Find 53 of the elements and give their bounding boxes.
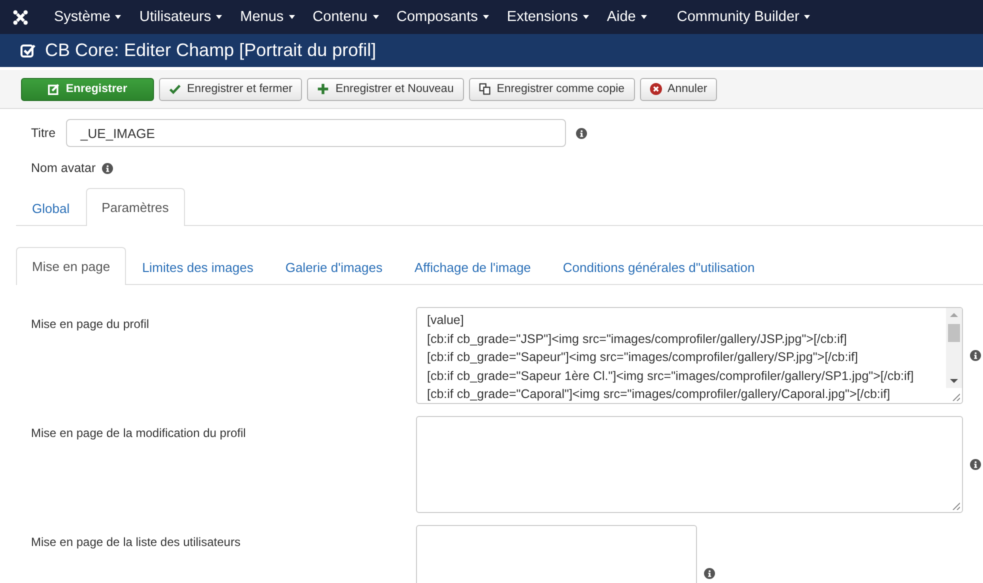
- caret-icon: [216, 15, 222, 19]
- caret-icon: [288, 15, 295, 19]
- menu-item[interactable]: Menus: [231, 9, 304, 25]
- code-line: [cb:if cb_grade="Sapeur"]<img src="images/comprofiler/gallery/SP.jpg">[/cb:if]: [427, 349, 858, 366]
- resize-grip-icon[interactable]: [952, 393, 960, 401]
- copy-icon: [478, 83, 491, 95]
- resize-grip-icon[interactable]: [952, 502, 960, 510]
- cancel-icon: [650, 83, 662, 95]
- text-area[interactable]: [416, 307, 963, 404]
- tab[interactable]: Global: [16, 189, 86, 226]
- plus-icon: [317, 83, 330, 95]
- tab[interactable]: Galerie d'images: [269, 248, 398, 285]
- field-label: Mise en page du profil: [31, 316, 150, 333]
- checkbox-icon: [20, 42, 36, 58]
- code-line: [cb:if cb_grade="JSP"]<img src="images/comprofiler/gallery/JSP.jpg">[/cb:if]: [427, 330, 847, 348]
- toolbar-button[interactable]: Enregistrer et fermer: [159, 78, 302, 100]
- tab[interactable]: Limites des images: [126, 248, 270, 285]
- caret-icon: [482, 15, 489, 19]
- caret-icon: [640, 15, 647, 19]
- toolbar-button[interactable]: Enregistrer: [21, 78, 154, 100]
- check-icon: [169, 83, 181, 95]
- code-line: [cb:if cb_grade="Sapeur 1ère Cl."]<img src="images/comprofiler/gallery/SP1.jpg">[/cb:if]: [427, 368, 914, 385]
- menu-item[interactable]: Extensions: [498, 9, 598, 25]
- code-line: [cb:if cb_grade="Caporal"]<img src="images/comprofiler/gallery/Caporal.jpg">[/cb:if]: [427, 386, 890, 403]
- logo-icon[interactable]: [12, 8, 29, 26]
- title-field[interactable]: _UE_IMAGE: [66, 119, 566, 147]
- info-icon: [576, 128, 587, 138]
- toolbar-button[interactable]: Enregistrer et Nouveau: [307, 78, 464, 100]
- field-label: Mise en page de la liste des utilisateurs: [31, 534, 242, 551]
- toolbar-button[interactable]: Enregistrer comme copie: [468, 78, 635, 100]
- field-label: Mise en page de la modification du profil: [31, 425, 247, 442]
- tab[interactable]: Mise en page: [16, 247, 126, 285]
- menu-item[interactable]: Aide: [598, 9, 656, 25]
- caret-icon: [804, 15, 810, 19]
- menu-item[interactable]: Utilisateurs: [130, 9, 232, 25]
- menu-item[interactable]: Composants: [388, 9, 498, 25]
- caret-icon: [115, 15, 122, 19]
- info-icon: [704, 568, 715, 579]
- tab[interactable]: Affichage de l'image: [398, 248, 547, 285]
- page-title: CB Core: Editer Champ [Portrait du profil]: [45, 40, 376, 61]
- caret-icon: [582, 15, 589, 19]
- field-label: Titre: [31, 126, 56, 140]
- menu-item[interactable]: Contenu: [304, 9, 388, 25]
- edit-icon: [48, 83, 60, 95]
- field-label: Nom avatar: [31, 161, 96, 175]
- menu-item[interactable]: Community Builder: [668, 9, 820, 25]
- caret-icon: [372, 15, 378, 19]
- tab[interactable]: Paramètres: [86, 188, 185, 226]
- info-icon: [102, 162, 113, 174]
- tab[interactable]: Conditions générales d"utilisation: [546, 248, 771, 285]
- toolbar-button[interactable]: Annuler: [640, 78, 718, 100]
- menu-item[interactable]: Système: [45, 9, 130, 25]
- code-line: [value]: [427, 312, 464, 329]
